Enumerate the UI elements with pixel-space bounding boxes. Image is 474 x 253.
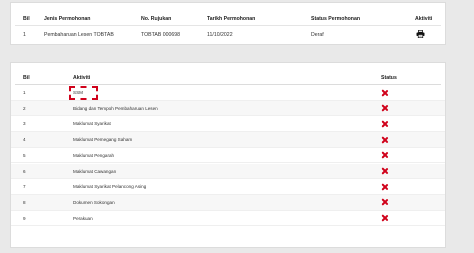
header-aktiviti: Aktiviti (73, 75, 91, 81)
header-bil: Bil (23, 75, 30, 81)
row-bil: 7 (23, 184, 26, 190)
row-bil: 1 (23, 90, 26, 95)
table-row: 6 Maklumat Cawangan (11, 163, 445, 180)
x-icon (381, 120, 388, 127)
header-tarikh-permohonan: Tarikh Permohonan (207, 16, 256, 22)
header-status: Status (381, 75, 397, 81)
table-row: 5 Maklumat Pengarah (11, 148, 445, 164)
printer-icon[interactable] (416, 30, 425, 38)
table-row: 9 Perakuan (11, 211, 445, 227)
header-no-rujukan: No. Rujukan (141, 16, 172, 22)
row-aktiviti-link[interactable]: Maklumat Cawangan (73, 169, 116, 174)
row-aktiviti-link[interactable]: Perakuan (73, 216, 93, 221)
application-card: Bil Jenis Permohonan No. Rujukan Tarikh … (10, 2, 446, 45)
row-bil: 5 (23, 152, 26, 158)
table-row: 3 Maklumat Syarikat (11, 116, 445, 133)
ssm-highlight-marker (69, 86, 98, 100)
x-icon (381, 215, 388, 222)
x-icon (381, 183, 388, 190)
table-row: 8 Dokumen Sokongan (11, 194, 445, 211)
row-bil: 1 (23, 32, 26, 38)
page-scrollbar[interactable] (454, 0, 474, 253)
row-tarikh: 11/10/2022 (207, 32, 233, 38)
row-bil: 8 (23, 199, 26, 205)
row-bil: 4 (23, 137, 26, 143)
row-aktiviti-link[interactable]: Bidang dan Tempoh Pembaharuan Lesen (73, 106, 158, 111)
activity-card: Bil Aktiviti Status 1 SSM 2 Bidang dan T… (10, 62, 446, 248)
x-icon (381, 105, 388, 112)
row-bil: 9 (23, 215, 26, 221)
row-aktiviti-link[interactable]: Dokumen Sokongan (73, 200, 115, 205)
x-icon (381, 152, 388, 159)
table-row: 7 Maklumat Syarikat Pelancong Asing (11, 179, 445, 195)
row-status: Deraf (311, 32, 324, 38)
row-aktiviti-link[interactable]: Maklumat Pengarah (73, 153, 114, 158)
x-icon (381, 168, 388, 175)
row-bil: 2 (23, 105, 26, 111)
row-aktiviti-link[interactable]: Maklumat Syarikat (73, 121, 111, 126)
table-row: 4 Maklumat Pemegang Saham (11, 132, 445, 148)
header-status-permohonan: Status Permohonan (311, 16, 361, 22)
header-bil: Bil (23, 16, 30, 22)
x-icon (381, 199, 388, 206)
header-divider (15, 25, 441, 26)
header-jenis-permohonan: Jenis Permohonan (44, 16, 91, 22)
row-no-rujukan: TOBTAB 000698 (141, 32, 181, 38)
header-aktiviti: Aktiviti (415, 16, 433, 22)
x-icon (381, 136, 388, 143)
row-bil: 3 (23, 121, 26, 127)
row-aktiviti-link[interactable]: Maklumat Pemegang Saham (73, 137, 132, 142)
table-row: 2 Bidang dan Tempoh Pembaharuan Lesen (11, 100, 445, 117)
row-jenis-permohonan: Pembaharuan Lesen TOBTAB (44, 32, 114, 38)
row-aktiviti-link[interactable]: Maklumat Syarikat Pelancong Asing (73, 184, 146, 189)
x-icon (381, 89, 388, 96)
row-bil: 6 (23, 168, 26, 174)
